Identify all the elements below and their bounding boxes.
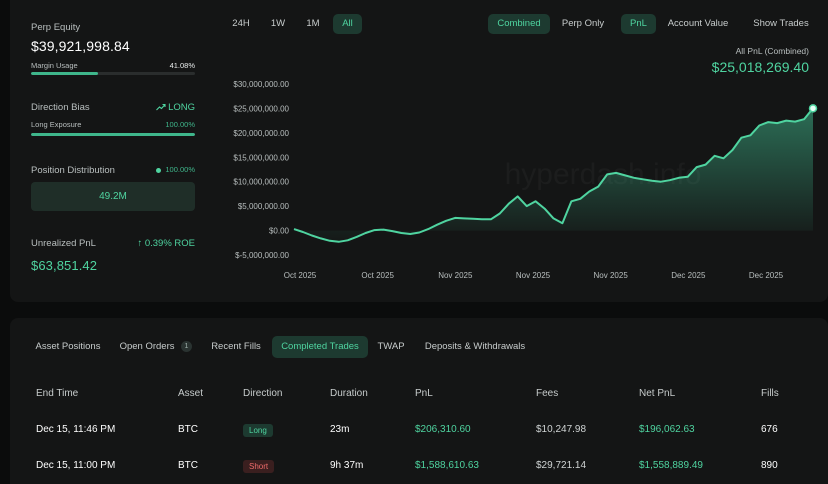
unrealized-pnl-label: Unrealized PnL [31, 238, 96, 249]
long-exposure-label: Long Exposure [31, 120, 82, 129]
tab-completed-trades[interactable]: Completed Trades [272, 336, 368, 358]
direction-short-badge: Short [243, 460, 275, 473]
row-end-time: Dec 15, 11:46 PM [36, 424, 116, 435]
column-header-pnl[interactable]: PnL [415, 388, 433, 399]
perp-equity-label: Perp Equity [31, 22, 81, 33]
x-tick-label: Nov 2025 [438, 271, 473, 280]
row-net-pnl: $1,558,889.49 [639, 460, 703, 471]
pnl-button[interactable]: PnL [621, 14, 656, 34]
position-distribution-label: Position Distribution [31, 165, 115, 176]
column-header-fills[interactable]: Fills [761, 388, 779, 399]
legend-dot-icon [156, 167, 162, 173]
y-tick-label: $0.00 [269, 227, 290, 236]
position-distribution-percent: 100.00% [140, 165, 195, 174]
column-header-net-pnl[interactable]: Net PnL [639, 388, 675, 399]
range-1m-button[interactable]: 1M [299, 14, 327, 34]
range-24h-button[interactable]: 24H [226, 14, 256, 34]
margin-usage-label: Margin Usage [31, 61, 78, 70]
tab-label: Asset Positions [35, 341, 101, 352]
y-tick-label: $25,000,000.00 [233, 104, 289, 113]
long-exposure-bar-fill [31, 133, 195, 136]
arrow-up-icon: ↑ [137, 238, 143, 249]
margin-usage-bar-fill [31, 72, 99, 75]
tab-recent-fills[interactable]: Recent Fills [206, 336, 266, 358]
row-fills: 676 [761, 424, 778, 435]
row-end-time: Dec 15, 11:00 PM [36, 460, 116, 471]
tab-label: Recent Fills [211, 341, 261, 352]
position-distribution-amount: 49.2M [99, 191, 127, 202]
column-header-end-time[interactable]: End Time [36, 388, 78, 399]
chart-title: All PnL (Combined) [735, 46, 809, 56]
row-fees: $29,721.14 [536, 460, 587, 471]
x-tick-label: Dec 2025 [749, 271, 784, 280]
row-net-pnl: $196,062.63 [639, 424, 695, 435]
tab-label: TWAP [377, 341, 405, 352]
row-asset: BTC [178, 424, 198, 435]
margin-usage-value: 41.08% [169, 61, 195, 70]
y-tick-label: $20,000,000.00 [233, 129, 289, 138]
account-value-button[interactable]: Account Value [662, 14, 734, 34]
x-tick-label: Oct 2025 [361, 271, 394, 280]
column-header-direction[interactable]: Direction [243, 388, 282, 399]
trend-up-icon [156, 104, 166, 111]
row-fees: $10,247.98 [536, 424, 587, 435]
row-duration: 9h 37m [330, 460, 364, 471]
y-tick-label: $5,000,000.00 [238, 202, 290, 211]
range-1w-button[interactable]: 1W [264, 14, 292, 34]
tab-label: Deposits & Withdrawals [424, 341, 526, 352]
x-tick-label: Dec 2025 [671, 271, 706, 280]
combined-button[interactable]: Combined [488, 14, 550, 34]
y-tick-label: $-5,000,000.00 [235, 251, 289, 260]
position-distribution-bar[interactable]: 49.2M [31, 182, 195, 211]
column-header-asset[interactable]: Asset [178, 388, 203, 399]
range-all-button[interactable]: All [333, 14, 362, 34]
y-tick-label: $30,000,000.00 [233, 80, 289, 89]
direction-bias-label: Direction Bias [31, 102, 90, 113]
row-pnl: $206,310.60 [415, 424, 471, 435]
perp-equity-value: $39,921,998.84 [31, 38, 130, 54]
row-fills: 890 [761, 460, 778, 471]
direction-bias-value: LONG [168, 102, 195, 113]
direction-long-badge: Long [243, 424, 273, 437]
column-header-fees[interactable]: Fees [536, 388, 558, 399]
pnl-chart[interactable]: hyperdash.info $-5,000,000.00$0.00$5,000… [218, 66, 828, 288]
row-pnl: $1,588,610.63 [415, 460, 479, 471]
x-tick-label: Nov 2025 [516, 271, 551, 280]
tab-open-orders[interactable]: Open Orders 1 [116, 336, 196, 358]
column-header-duration[interactable]: Duration [330, 388, 368, 399]
y-tick-label: $10,000,000.00 [233, 178, 289, 187]
x-tick-label: Oct 2025 [284, 271, 317, 280]
margin-usage-bar [31, 72, 195, 75]
long-exposure-value: 100.00% [165, 120, 195, 129]
latest-point-marker[interactable] [808, 104, 818, 113]
tab-asset-positions[interactable]: Asset Positions [30, 336, 106, 358]
tab-label: Open Orders [119, 341, 175, 352]
long-exposure-bar [31, 133, 195, 136]
roe: ↑ 0.39% ROE [120, 238, 195, 249]
row-asset: BTC [178, 460, 198, 471]
y-tick-label: $15,000,000.00 [233, 153, 289, 162]
open-orders-count-badge: 1 [180, 340, 193, 352]
row-duration: 23m [330, 424, 350, 435]
direction-bias: LONG [150, 102, 195, 113]
roe-value: 0.39% ROE [144, 238, 195, 249]
tab-deposits-withdrawals[interactable]: Deposits & Withdrawals [420, 336, 530, 358]
position-distribution-value: 100.00% [165, 165, 195, 174]
tab-label: Completed Trades [281, 341, 359, 352]
x-tick-label: Nov 2025 [594, 271, 629, 280]
perp-only-button[interactable]: Perp Only [556, 14, 610, 34]
unrealized-pnl-value: $63,851.42 [31, 258, 98, 273]
show-trades-button[interactable]: Show Trades [748, 14, 814, 34]
tab-twap[interactable]: TWAP [372, 336, 410, 358]
